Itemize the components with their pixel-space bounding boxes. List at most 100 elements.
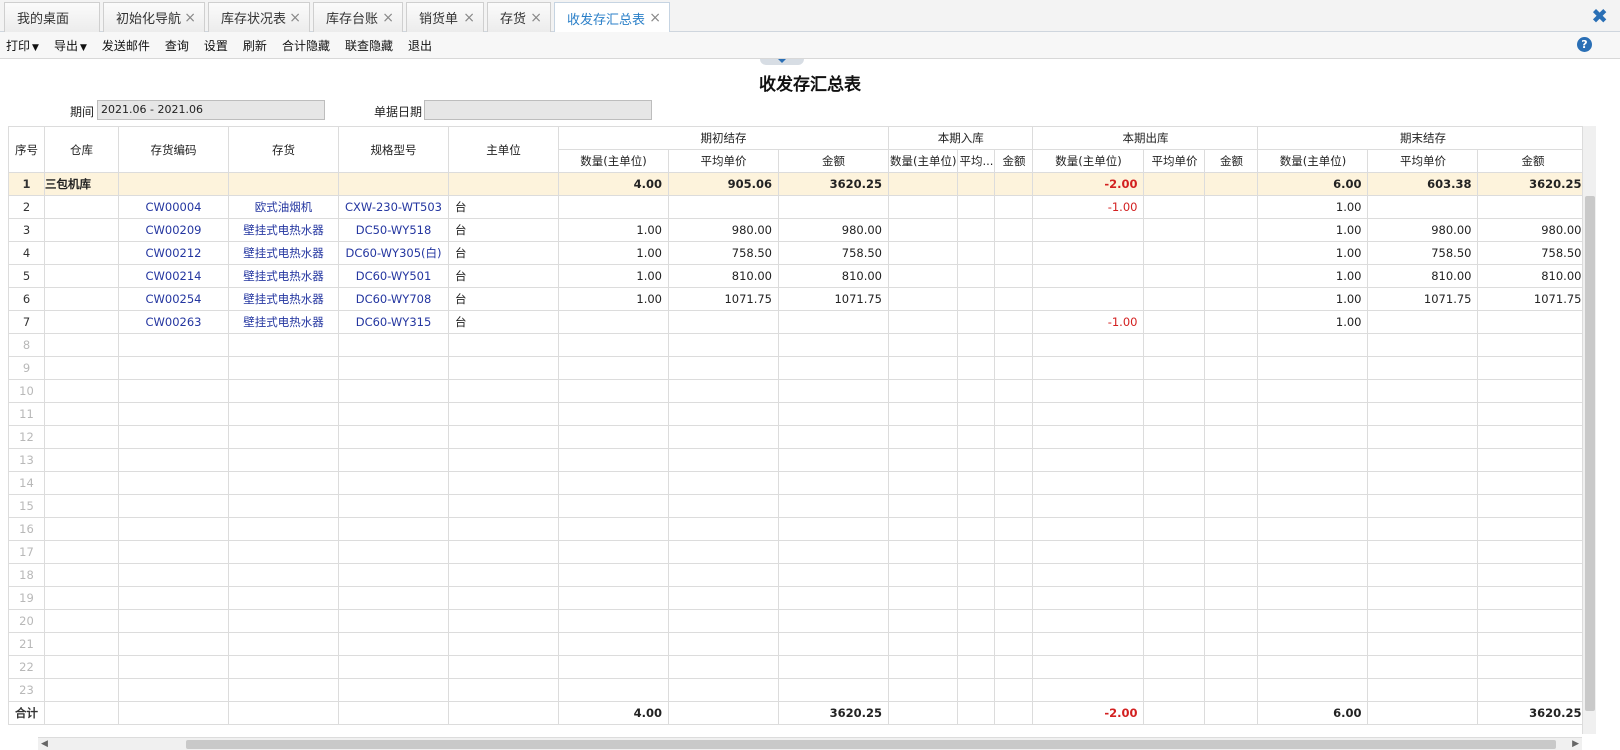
- export-button[interactable]: 导出 ▼: [54, 37, 87, 54]
- table-row[interactable]: 4 CW00212 壁挂式电热水器 DC60-WY305(白) 台 1.00 758.50 7…: [8, 241, 1589, 265]
- cell-item-code[interactable]: CW00209: [118, 218, 229, 242]
- col-spec[interactable]: 规格型号: [338, 126, 449, 173]
- tab-inventory-status[interactable]: 库存状况表 ×: [208, 2, 310, 32]
- empty-cell: [228, 356, 339, 380]
- col-open-amount[interactable]: 金额: [778, 149, 889, 173]
- help-icon[interactable]: ?: [1577, 37, 1592, 52]
- exit-button[interactable]: 退出: [408, 37, 432, 54]
- cell-spec[interactable]: CXW-230-WT503: [338, 195, 449, 219]
- row-seq: 9: [8, 356, 45, 380]
- col-warehouse[interactable]: 仓库: [44, 126, 119, 173]
- tab-stock-summary[interactable]: 收发存汇总表 ×: [554, 2, 670, 33]
- doc-date-field[interactable]: [424, 100, 652, 120]
- horizontal-scroll-thumb[interactable]: [186, 740, 1556, 749]
- table-row[interactable]: 6 CW00254 壁挂式电热水器 DC60-WY708 台 1.00 1071.75 107…: [8, 287, 1589, 311]
- cell-spec[interactable]: DC60-WY305(白): [338, 241, 449, 265]
- close-icon[interactable]: ×: [530, 11, 542, 25]
- col-in-avg[interactable]: 平均...: [957, 149, 996, 173]
- empty-cell: [1257, 655, 1369, 679]
- table-row[interactable]: 2 CW00004 欧式油烟机 CXW-230-WT503 台 -1.00 1.00: [8, 195, 1589, 219]
- cell-item-code[interactable]: CW00004: [118, 195, 229, 219]
- empty-row: 20: [8, 609, 1589, 633]
- cell-item-code[interactable]: [118, 172, 229, 196]
- cell-item-code[interactable]: CW00254: [118, 287, 229, 311]
- col-in-amount[interactable]: 金额: [994, 149, 1034, 173]
- close-icon[interactable]: ×: [649, 11, 661, 25]
- empty-cell: [448, 379, 559, 403]
- hide-linked-button[interactable]: 联查隐藏: [345, 37, 393, 54]
- empty-cell: [118, 494, 229, 518]
- cell-item-code[interactable]: CW00263: [118, 310, 229, 334]
- cell-item-name[interactable]: 壁挂式电热水器: [228, 287, 339, 311]
- empty-cell: [44, 586, 119, 610]
- cell-warehouse: [44, 264, 119, 288]
- empty-cell: [1032, 655, 1145, 679]
- table-row[interactable]: 7 CW00263 壁挂式电热水器 DC60-WY315 台 -1.00 1.00: [8, 310, 1589, 334]
- cell-spec[interactable]: DC60-WY501: [338, 264, 449, 288]
- period-field[interactable]: 2021.06 - 2021.06: [97, 100, 325, 120]
- close-icon[interactable]: ×: [184, 11, 196, 25]
- collapse-handle[interactable]: [760, 59, 804, 65]
- cell-item-name[interactable]: 壁挂式电热水器: [228, 218, 339, 242]
- cell-item-code[interactable]: CW00214: [118, 264, 229, 288]
- cell-item-name[interactable]: 壁挂式电热水器: [228, 310, 339, 334]
- cell-item-name[interactable]: 壁挂式电热水器: [228, 241, 339, 265]
- table-row[interactable]: 5 CW00214 壁挂式电热水器 DC60-WY501 台 1.00 810.00 810.…: [8, 264, 1589, 288]
- toolbar: 打印 ▼ 导出 ▼ 发送邮件 查询 设置 刷新 合计隐藏 联查隐藏 退出 ?: [0, 32, 1620, 59]
- vertical-scroll-thumb[interactable]: [1585, 196, 1595, 711]
- cell-out-amount: [1204, 195, 1259, 219]
- cell-item-name[interactable]: 壁挂式电热水器: [228, 264, 339, 288]
- table-row[interactable]: 3 CW00209 壁挂式电热水器 DC50-WY518 台 1.00 980.00 980.…: [8, 218, 1589, 242]
- col-in-qty[interactable]: 数量(主单位): [887, 149, 959, 173]
- cell-spec[interactable]: [338, 172, 449, 196]
- cell-open-avg: [668, 195, 779, 219]
- refresh-button[interactable]: 刷新: [243, 37, 267, 54]
- col-item-code[interactable]: 存货编码: [118, 126, 229, 173]
- empty-cell: [338, 586, 449, 610]
- empty-cell: [1204, 517, 1259, 541]
- hide-total-button[interactable]: 合计隐藏: [282, 37, 330, 54]
- tab-inventory-ledger[interactable]: 库存台账 ×: [313, 2, 403, 32]
- empty-cell: [338, 678, 449, 702]
- col-out-qty[interactable]: 数量(主单位): [1032, 149, 1145, 173]
- cell-close-qty: 1.00: [1257, 241, 1369, 265]
- query-button[interactable]: 查询: [165, 37, 189, 54]
- cell-item-name[interactable]: 欧式油烟机: [228, 195, 339, 219]
- col-open-avg[interactable]: 平均单价: [668, 149, 779, 173]
- print-button[interactable]: 打印 ▼: [6, 37, 39, 54]
- horizontal-scrollbar[interactable]: ◀ ▶: [38, 737, 1582, 750]
- tab-init-nav[interactable]: 初始化导航 ×: [103, 2, 205, 32]
- group-row[interactable]: 1 三包机库 4.00 905.06 3620.25 -2.00 6.00 603.38 362…: [8, 172, 1589, 196]
- scroll-left-icon[interactable]: ◀: [41, 739, 48, 749]
- col-open-qty[interactable]: 数量(主单位): [558, 149, 669, 173]
- cell-open-avg: 905.06: [668, 172, 779, 196]
- close-all-icon[interactable]: ✖: [1591, 6, 1608, 26]
- cell-spec[interactable]: DC60-WY315: [338, 310, 449, 334]
- send-mail-button[interactable]: 发送邮件: [102, 37, 150, 54]
- cell-open-avg: 810.00: [668, 264, 779, 288]
- col-out-avg[interactable]: 平均单价: [1143, 149, 1206, 173]
- col-close-amount[interactable]: 金额: [1477, 149, 1589, 173]
- empty-cell: [118, 356, 229, 380]
- col-close-qty[interactable]: 数量(主单位): [1257, 149, 1369, 173]
- col-out-amount[interactable]: 金额: [1204, 149, 1259, 173]
- settings-button[interactable]: 设置: [204, 37, 228, 54]
- col-unit[interactable]: 主单位: [448, 126, 559, 173]
- empty-cell: [118, 563, 229, 587]
- cell-item-name[interactable]: [228, 172, 339, 196]
- tab-sales-order[interactable]: 销货单 ×: [406, 2, 484, 32]
- cell-item-code[interactable]: CW00212: [118, 241, 229, 265]
- col-close-avg[interactable]: 平均单价: [1367, 149, 1479, 173]
- close-icon[interactable]: ×: [289, 11, 301, 25]
- vertical-scrollbar[interactable]: [1582, 126, 1596, 734]
- tab-stock[interactable]: 存货 ×: [487, 2, 551, 32]
- cell-spec[interactable]: DC60-WY708: [338, 287, 449, 311]
- empty-cell: [1204, 609, 1259, 633]
- col-item[interactable]: 存货: [228, 126, 339, 173]
- close-icon[interactable]: ×: [382, 11, 394, 25]
- close-icon[interactable]: ×: [463, 11, 475, 25]
- tab-my-desktop[interactable]: 我的桌面: [4, 2, 100, 32]
- empty-cell: [448, 517, 559, 541]
- scroll-right-icon[interactable]: ▶: [1572, 739, 1579, 749]
- cell-spec[interactable]: DC50-WY518: [338, 218, 449, 242]
